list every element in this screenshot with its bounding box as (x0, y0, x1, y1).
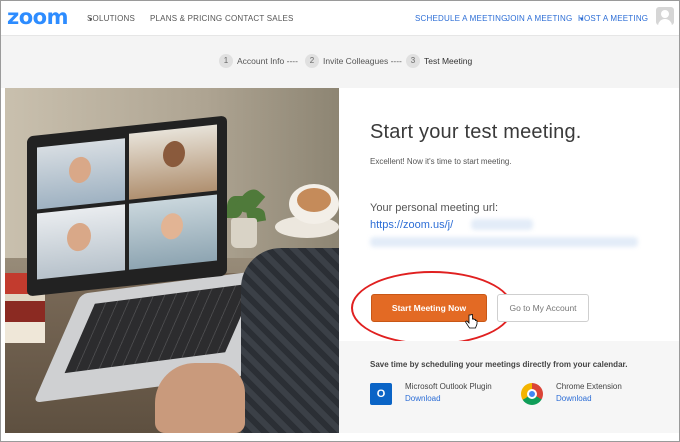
video-tile (129, 194, 217, 270)
outlook-icon: O (370, 383, 392, 405)
participant-face (69, 155, 91, 185)
avatar-head (661, 10, 669, 18)
page-title: Start your test meeting. (370, 121, 582, 143)
page-subtitle: Excellent! Now it's time to start meetin… (370, 157, 512, 166)
video-tile (37, 138, 125, 210)
video-tile (129, 124, 217, 200)
chrome-icon (521, 383, 543, 405)
nav-join-meeting[interactable]: JOIN A MEETING (506, 14, 572, 23)
top-navbar: zoom SOLUTIONS ▾ PLANS & PRICING CONTACT … (1, 1, 679, 36)
nav-host-meeting[interactable]: HOST A MEETING ▾ (578, 14, 648, 23)
step-account-info: 1 Account Info ---- (219, 54, 298, 68)
step-number: 3 (406, 54, 420, 68)
avatar-body (658, 19, 672, 25)
go-to-my-account-button[interactable]: Go to My Account (497, 294, 589, 322)
redacted-url-part (370, 237, 638, 247)
outlook-download-link[interactable]: Download (405, 394, 441, 403)
progress-steps: 1 Account Info ---- 2 Invite Colleagues --… (1, 36, 679, 88)
coffee (297, 188, 331, 212)
plugin-name: Microsoft Outlook Plugin (405, 382, 492, 391)
step-test-meeting: 3 Test Meeting (406, 54, 472, 68)
participant-face (161, 212, 183, 241)
hand-cursor-icon (465, 314, 478, 329)
meeting-url-label: Your personal meeting url: (370, 202, 499, 214)
browser-page: zoom SOLUTIONS ▾ PLANS & PRICING CONTACT … (0, 0, 680, 442)
laptop-screen (27, 115, 227, 297)
step-number: 1 (219, 54, 233, 68)
nav-contact-sales[interactable]: CONTACT SALES (225, 14, 294, 23)
meeting-url-link[interactable]: https://zoom.us/j/ (370, 219, 453, 231)
person-shirt (241, 248, 339, 433)
participant-face (67, 221, 91, 253)
participant-face (163, 139, 185, 169)
zoom-logo[interactable]: zoom (7, 5, 68, 29)
test-meeting-panel: Start your test meeting. Excellent! Now … (339, 88, 679, 433)
step-invite-colleagues: 2 Invite Colleagues ---- (305, 54, 402, 68)
step-number: 2 (305, 54, 319, 68)
step-label: Account Info ---- (237, 56, 298, 66)
nav-solutions[interactable]: SOLUTIONS ▾ (87, 14, 135, 23)
nav-schedule-meeting[interactable]: SCHEDULE A MEETING (415, 14, 508, 23)
plugin-name: Chrome Extension (556, 382, 622, 391)
hero-photo (5, 88, 339, 433)
step-label: Test Meeting (424, 56, 473, 66)
calendar-promo-text: Save time by scheduling your meetings di… (370, 360, 628, 369)
user-avatar-icon[interactable] (656, 7, 674, 25)
step-label: Invite Colleagues ---- (323, 56, 402, 66)
video-tile (37, 204, 125, 280)
nav-plans-pricing[interactable]: PLANS & PRICING (150, 14, 222, 23)
person-hand (155, 363, 245, 433)
chrome-download-link[interactable]: Download (556, 394, 592, 403)
plant-pot (231, 218, 257, 248)
redacted-url-part (471, 219, 533, 230)
calendar-integrations: Save time by scheduling your meetings di… (339, 341, 679, 433)
